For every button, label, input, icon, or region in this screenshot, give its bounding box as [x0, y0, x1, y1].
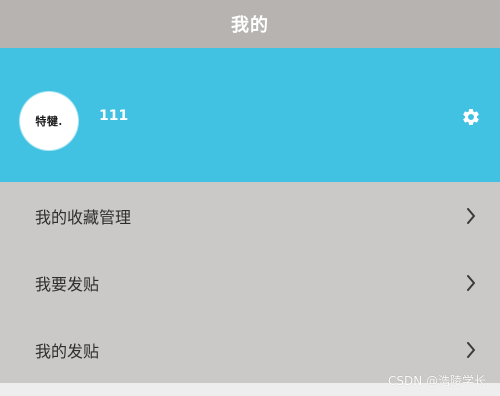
- gear-icon: [463, 108, 479, 125]
- menu-item-new-post[interactable]: 我要发贴: [0, 249, 500, 316]
- settings-button[interactable]: [460, 106, 482, 128]
- watermark: CSDN @浩陵学长: [387, 374, 486, 388]
- menu-item-label: 我的收藏管理: [35, 207, 132, 227]
- menu-list: 我的收藏管理 我要发贴 我的发贴: [0, 182, 500, 383]
- menu-item-label: 我的发贴: [35, 341, 100, 361]
- avatar-text: 特犍.: [35, 115, 63, 128]
- avatar[interactable]: 特犍.: [20, 92, 78, 150]
- app-root: 我的 特犍. 111 我的收藏管理 我要发贴 我的发贴 CSDN @浩陵学长: [0, 0, 500, 396]
- username: 111: [99, 108, 129, 124]
- page-title: 我的: [231, 15, 269, 36]
- menu-item-label: 我要发贴: [35, 274, 100, 294]
- chevron-right-icon: [464, 341, 478, 359]
- header-bar: 我的: [0, 0, 500, 48]
- menu-item-favorites[interactable]: 我的收藏管理: [0, 182, 500, 249]
- chevron-right-icon: [464, 274, 478, 292]
- chevron-right-icon: [464, 207, 478, 225]
- profile-card[interactable]: 特犍. 111: [0, 48, 500, 182]
